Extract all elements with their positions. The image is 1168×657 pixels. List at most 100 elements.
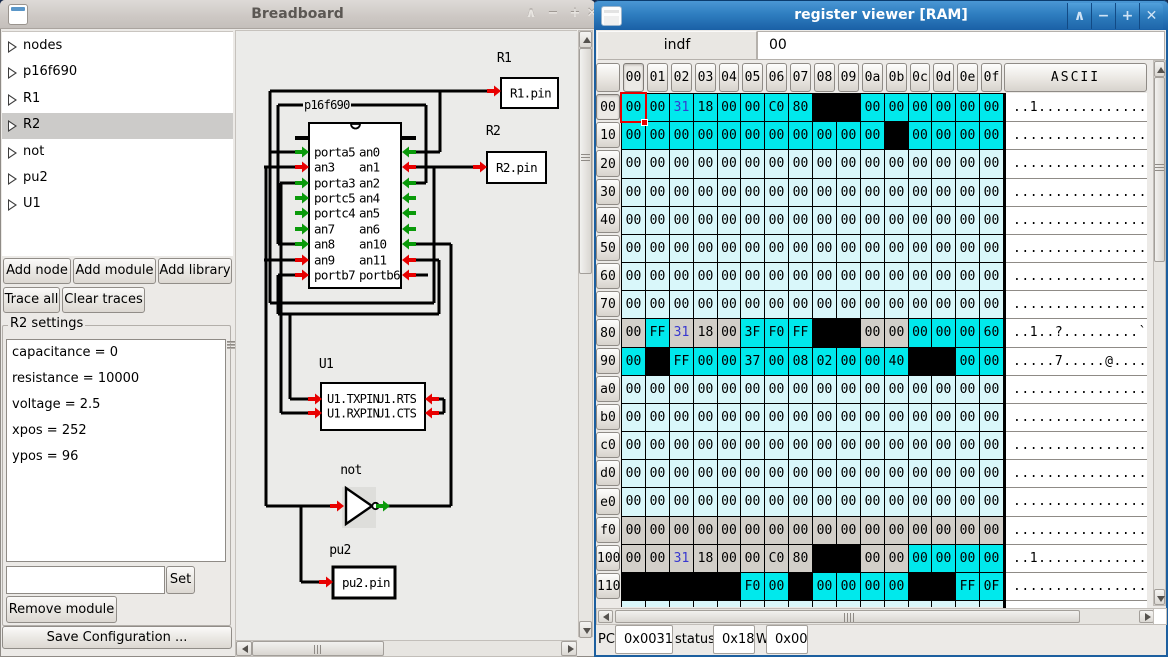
cell-c0-01[interactable]: 00 bbox=[646, 432, 669, 459]
cell-20-0a[interactable]: 00 bbox=[861, 150, 884, 178]
row-header-e0[interactable]: e0 bbox=[596, 488, 620, 515]
w-value[interactable]: 0x00 bbox=[766, 625, 808, 654]
cell-b0-06[interactable]: 00 bbox=[765, 404, 788, 431]
cell-20-05[interactable]: 00 bbox=[741, 150, 764, 178]
cell-40-0b[interactable]: 00 bbox=[885, 207, 908, 234]
cell-60-05[interactable]: 00 bbox=[741, 263, 764, 290]
canvas-vscrollbar[interactable] bbox=[578, 30, 593, 637]
cell-60-01[interactable]: 00 bbox=[646, 263, 669, 290]
grid-hscrollbar[interactable] bbox=[596, 608, 1154, 625]
cell-d0-07[interactable]: 00 bbox=[789, 460, 812, 487]
property-item[interactable]: ypos = 96 bbox=[12, 449, 78, 464]
ascii-row-e0[interactable]: ................ bbox=[1013, 494, 1147, 509]
cell-100-01[interactable]: 00 bbox=[646, 545, 669, 572]
cell-80-0e[interactable]: 00 bbox=[956, 319, 979, 347]
cell-c0-0f[interactable]: 00 bbox=[980, 432, 1003, 459]
cell-50-00[interactable]: 00 bbox=[622, 235, 645, 262]
scroll-right-button[interactable] bbox=[1139, 610, 1154, 623]
cell-100-0a[interactable]: 00 bbox=[861, 545, 884, 572]
row-header-30[interactable]: 30 bbox=[596, 179, 620, 205]
cell-30-0b[interactable]: 00 bbox=[885, 179, 908, 206]
cell-d0-0e[interactable]: 00 bbox=[956, 460, 979, 487]
cell-70-01[interactable]: 00 bbox=[646, 291, 669, 318]
cell-80-0c[interactable]: 00 bbox=[909, 319, 931, 347]
row-header-c0[interactable]: c0 bbox=[596, 432, 620, 458]
cell-40-01[interactable]: 00 bbox=[646, 207, 669, 234]
tree-item-p16f690[interactable]: p16f690 bbox=[2, 60, 233, 86]
cell-110-0e[interactable]: FF bbox=[956, 573, 979, 600]
cell-b0-00[interactable]: 00 bbox=[622, 404, 645, 431]
cell-80-03[interactable]: 18 bbox=[694, 319, 717, 347]
cell-d0-0a[interactable]: 00 bbox=[861, 460, 884, 487]
cell-f0-0b[interactable]: 00 bbox=[885, 517, 908, 544]
cell-20-0e[interactable]: 00 bbox=[956, 150, 979, 178]
cell-100-0c[interactable]: 00 bbox=[909, 545, 931, 572]
cell-70-06[interactable]: 00 bbox=[765, 291, 788, 318]
cell-b0-01[interactable]: 00 bbox=[646, 404, 669, 431]
row-header-80[interactable]: 80 bbox=[596, 319, 620, 346]
cell-a0-0e[interactable]: 00 bbox=[956, 376, 979, 403]
cell-30-05[interactable]: 00 bbox=[741, 179, 764, 206]
cell-10-0d[interactable]: 00 bbox=[932, 122, 955, 149]
property-item[interactable]: voltage = 2.5 bbox=[12, 397, 100, 412]
cell-b0-0e[interactable]: 00 bbox=[956, 404, 979, 431]
scroll-left-button[interactable] bbox=[598, 610, 613, 623]
cell-10-06[interactable]: 00 bbox=[765, 122, 788, 149]
cell-50-01[interactable]: 00 bbox=[646, 235, 669, 262]
cell-b0-02[interactable]: 00 bbox=[670, 404, 693, 431]
scroll-up-button[interactable] bbox=[579, 31, 592, 48]
cell-70-09[interactable]: 00 bbox=[837, 291, 860, 318]
cell-00-0f[interactable]: 00 bbox=[980, 94, 1003, 121]
cell-30-0e[interactable]: 00 bbox=[956, 179, 979, 206]
row-header-10[interactable]: 10 bbox=[596, 122, 620, 148]
scroll-right-button[interactable] bbox=[561, 641, 577, 656]
cell-10-00[interactable]: 00 bbox=[622, 122, 645, 149]
cell-70-0a[interactable]: 00 bbox=[861, 291, 884, 318]
row-header-40[interactable]: 40 bbox=[596, 207, 620, 233]
cell-70-05[interactable]: 00 bbox=[741, 291, 764, 318]
cell-e0-0f[interactable]: 00 bbox=[980, 488, 1003, 516]
cell-c0-09[interactable]: 00 bbox=[837, 432, 860, 459]
cell-90-07[interactable]: 08 bbox=[789, 348, 812, 375]
cell-90-0e[interactable]: 00 bbox=[956, 348, 979, 375]
cell-70-02[interactable]: 00 bbox=[670, 291, 693, 318]
col-header-0e[interactable]: 0e bbox=[957, 63, 978, 92]
cell-00-03[interactable]: 18 bbox=[694, 94, 717, 121]
cell-f0-02[interactable]: 00 bbox=[670, 517, 693, 544]
ascii-row-00[interactable]: ..1............. bbox=[1013, 100, 1147, 115]
cell-90-05[interactable]: 37 bbox=[741, 348, 764, 375]
cell-a0-09[interactable]: 00 bbox=[837, 376, 860, 403]
cell-10-0a[interactable]: 00 bbox=[861, 122, 884, 149]
cell-40-07[interactable]: 00 bbox=[789, 207, 812, 234]
cell-e0-07[interactable]: 00 bbox=[789, 488, 812, 516]
property-item[interactable]: xpos = 252 bbox=[12, 423, 87, 438]
col-header-04[interactable]: 04 bbox=[719, 63, 739, 92]
ascii-row-80[interactable]: ..1..?.........` bbox=[1013, 325, 1147, 340]
set-button[interactable]: Set bbox=[166, 566, 195, 594]
cell-10-01[interactable]: 00 bbox=[646, 122, 669, 149]
cell-10-05[interactable]: 00 bbox=[741, 122, 764, 149]
cell-40-08[interactable]: 00 bbox=[813, 207, 836, 234]
cell-00-00[interactable]: 00 bbox=[622, 94, 645, 121]
cell-f0-09[interactable]: 00 bbox=[837, 517, 860, 544]
cell-20-08[interactable]: 00 bbox=[813, 150, 836, 178]
cell-e0-09[interactable]: 00 bbox=[837, 488, 860, 516]
cell-40-02[interactable]: 00 bbox=[670, 207, 693, 234]
cell-60-0b[interactable]: 00 bbox=[885, 263, 908, 290]
cell-b0-03[interactable]: 00 bbox=[694, 404, 717, 431]
cell-80-05[interactable]: 3F bbox=[741, 319, 764, 347]
selection-handle[interactable] bbox=[641, 119, 648, 126]
cell-d0-03[interactable]: 00 bbox=[694, 460, 717, 487]
close-button[interactable]: ✕ bbox=[1139, 3, 1163, 29]
cell-c0-07[interactable]: 00 bbox=[789, 432, 812, 459]
cell-60-06[interactable]: 00 bbox=[765, 263, 788, 290]
tree-item-nodes[interactable]: nodes bbox=[2, 34, 233, 60]
save-configuration-button[interactable]: Save Configuration ... bbox=[2, 626, 232, 649]
cell-60-09[interactable]: 00 bbox=[837, 263, 860, 290]
cell-50-0b[interactable]: 00 bbox=[885, 235, 908, 262]
cell-00-07[interactable]: 80 bbox=[789, 94, 812, 121]
cell-90-04[interactable]: 00 bbox=[718, 348, 740, 375]
cell-100-06[interactable]: C0 bbox=[765, 545, 788, 572]
cell-80-0d[interactable]: 00 bbox=[932, 319, 955, 347]
col-header-08[interactable]: 08 bbox=[814, 63, 835, 92]
